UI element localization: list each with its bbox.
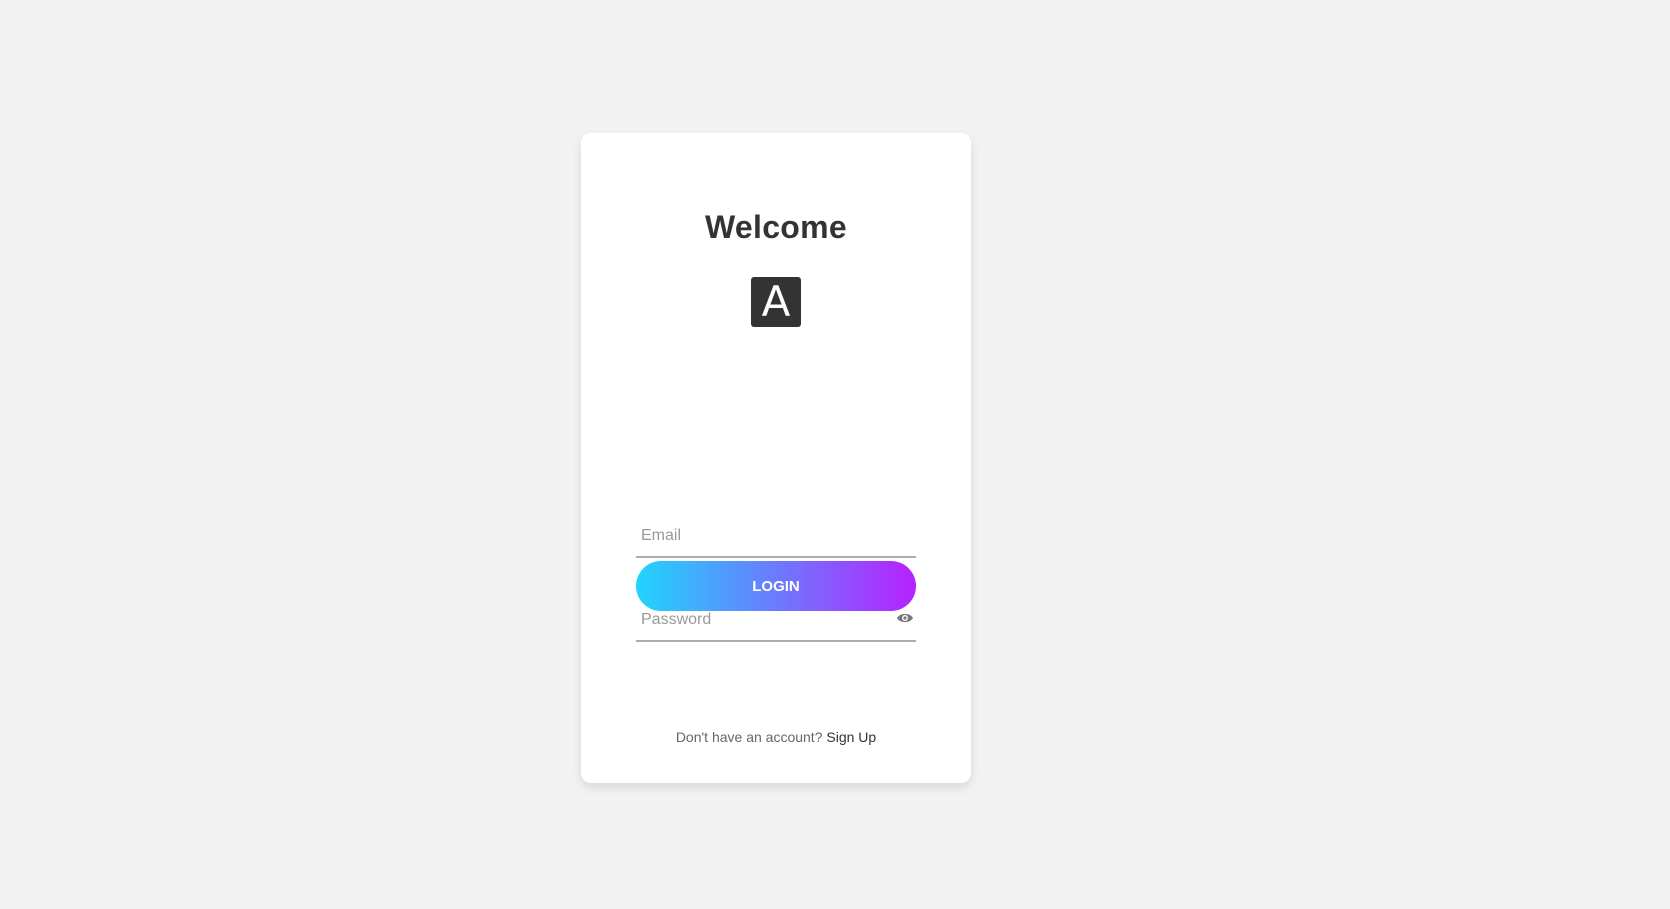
logo-icon: A: [751, 277, 801, 327]
signup-link[interactable]: Sign Up: [826, 729, 876, 745]
signup-prompt-text: Don't have an account?: [675, 729, 823, 745]
page-title: Welcome: [704, 209, 847, 245]
login-button[interactable]: LOGIN: [636, 561, 916, 611]
login-card: Welcome A LOGIN Don't have an account? S…: [581, 133, 971, 783]
signup-prompt: Don't have an account? Sign Up: [581, 729, 971, 745]
email-field: [636, 516, 916, 558]
eye-icon[interactable]: [896, 611, 914, 625]
email-input[interactable]: [636, 516, 891, 556]
